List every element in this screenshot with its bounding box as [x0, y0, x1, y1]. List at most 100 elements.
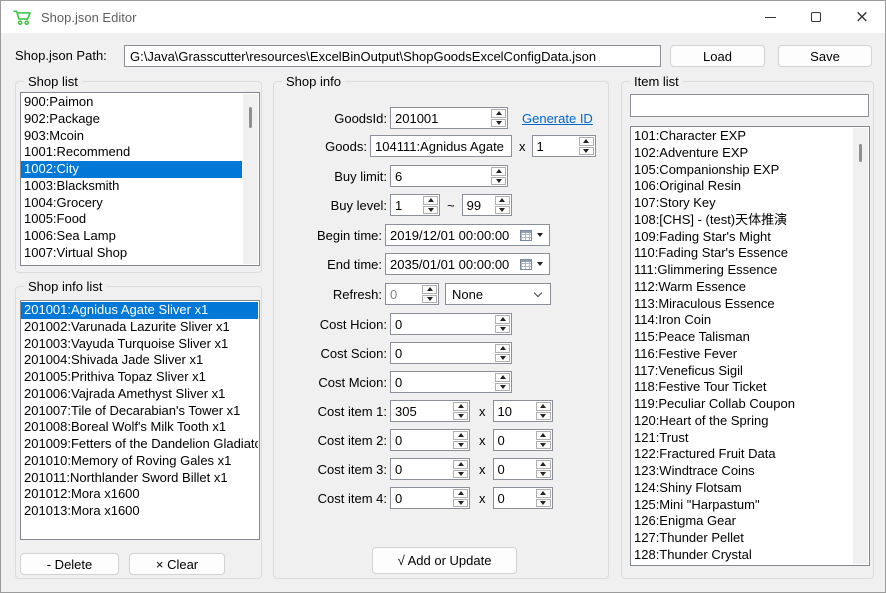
- dropdown-arrow-icon[interactable]: [537, 262, 543, 266]
- list-item[interactable]: 127:Thunder Pellet: [631, 530, 852, 547]
- spinner-down-button[interactable]: [495, 354, 510, 363]
- goodsid-spinner[interactable]: [390, 107, 508, 129]
- list-item[interactable]: 201013:Mora x1600: [21, 503, 258, 520]
- list-item[interactable]: 900:Paimon: [21, 94, 242, 111]
- list-item[interactable]: 126:Enigma Gear: [631, 513, 852, 530]
- list-item[interactable]: 201001:Agnidus Agate Sliver x1: [21, 302, 258, 319]
- list-item[interactable]: 1002:City: [21, 161, 242, 178]
- list-item[interactable]: 201008:Boreal Wolf's Milk Tooth x1: [21, 419, 258, 436]
- list-item[interactable]: 115:Peace Talisman: [631, 329, 852, 346]
- spinner-down-button[interactable]: [453, 412, 468, 421]
- buy-level-min-input[interactable]: [391, 195, 422, 215]
- item-list-scrollbar[interactable]: [853, 128, 868, 564]
- cost-item-count-spinner-input[interactable]: [494, 459, 535, 479]
- list-item[interactable]: 110:Fading Star's Essence: [631, 245, 852, 262]
- spinner-down-button[interactable]: [491, 119, 506, 128]
- cost-item-count-spinner[interactable]: [493, 400, 553, 422]
- cost-item-id-spinner[interactable]: [390, 429, 470, 451]
- maximize-button[interactable]: [793, 1, 839, 33]
- list-item[interactable]: 201004:Shivada Jade Sliver x1: [21, 352, 258, 369]
- cost-hcion-spinner[interactable]: [390, 313, 512, 335]
- save-button[interactable]: Save: [778, 45, 872, 67]
- list-item[interactable]: 119:Peculiar Collab Coupon: [631, 396, 852, 413]
- spinner-down-button[interactable]: [495, 206, 510, 215]
- list-item[interactable]: 128:Thunder Crystal: [631, 547, 852, 564]
- shop-info-listbox[interactable]: 201001:Agnidus Agate Sliver x1201002:Var…: [20, 300, 260, 540]
- generate-id-link[interactable]: Generate ID: [522, 111, 593, 126]
- list-item[interactable]: 121:Trust: [631, 430, 852, 447]
- list-item[interactable]: 101:Character EXP: [631, 128, 852, 145]
- spinner-up-button[interactable]: [453, 489, 468, 498]
- cost-item-count-spinner[interactable]: [493, 429, 553, 451]
- list-item[interactable]: 201010:Memory of Roving Gales x1: [21, 453, 258, 470]
- refresh-type-combobox[interactable]: None: [445, 283, 551, 305]
- goodsid-input[interactable]: [391, 108, 490, 128]
- cost-item-id-spinner-input[interactable]: [391, 488, 452, 508]
- shop-list-scrollbar[interactable]: [243, 94, 258, 264]
- cost-item-id-spinner[interactable]: [390, 400, 470, 422]
- scrollbar-thumb[interactable]: [859, 144, 862, 162]
- cost-mcion-spinner[interactable]: [390, 371, 512, 393]
- scrollbar-thumb[interactable]: [249, 107, 252, 128]
- path-input[interactable]: [124, 45, 661, 67]
- list-item[interactable]: 1004:Grocery: [21, 195, 242, 212]
- cost-item-id-spinner[interactable]: [390, 487, 470, 509]
- buy-level-min-spinner[interactable]: [390, 194, 440, 216]
- cost-item-count-spinner[interactable]: [493, 458, 553, 480]
- spinner-up-button[interactable]: [536, 402, 551, 411]
- begin-time-picker[interactable]: 2019/12/01 00:00:00: [385, 224, 550, 246]
- spinner-up-button[interactable]: [495, 344, 510, 353]
- list-item[interactable]: 114:Iron Coin: [631, 312, 852, 329]
- spinner-down-button[interactable]: [536, 412, 551, 421]
- spinner-down-button[interactable]: [536, 441, 551, 450]
- spinner-up-button[interactable]: [453, 460, 468, 469]
- list-item[interactable]: 201011:Northlander Sword Billet x1: [21, 470, 258, 487]
- list-item[interactable]: 201003:Vayuda Turquoise Sliver x1: [21, 336, 258, 353]
- list-item[interactable]: 111:Glimmering Essence: [631, 262, 852, 279]
- spinner-up-button[interactable]: [491, 109, 506, 118]
- buy-level-max-input[interactable]: [463, 195, 494, 215]
- spinner-down-button[interactable]: [453, 499, 468, 508]
- list-item[interactable]: 125:Mini "Harpastum": [631, 497, 852, 514]
- list-item[interactable]: 120:Heart of the Spring: [631, 413, 852, 430]
- list-item[interactable]: 201006:Vajrada Amethyst Sliver x1: [21, 386, 258, 403]
- spinner-up-button[interactable]: [536, 489, 551, 498]
- item-search-input[interactable]: [630, 94, 869, 117]
- spinner-up-button[interactable]: [495, 315, 510, 324]
- goods-count-input[interactable]: [533, 136, 578, 156]
- spinner-up-button[interactable]: [495, 373, 510, 382]
- delete-button[interactable]: - Delete: [20, 553, 119, 575]
- cost-hcion-input[interactable]: [391, 314, 494, 334]
- list-item[interactable]: 201005:Prithiva Topaz Sliver x1: [21, 369, 258, 386]
- list-item[interactable]: 107:Story Key: [631, 195, 852, 212]
- list-item[interactable]: 113:Miraculous Essence: [631, 296, 852, 313]
- dropdown-arrow-icon[interactable]: [537, 233, 543, 237]
- cost-item-id-spinner-input[interactable]: [391, 401, 452, 421]
- spinner-up-button[interactable]: [536, 460, 551, 469]
- cost-mcion-input[interactable]: [391, 372, 494, 392]
- spinner-down-button[interactable]: [536, 499, 551, 508]
- list-item[interactable]: 1001:Recommend: [21, 144, 242, 161]
- close-button[interactable]: ×: [839, 1, 885, 33]
- list-item[interactable]: 1003:Blacksmith: [21, 178, 242, 195]
- list-item[interactable]: 112:Warm Essence: [631, 279, 852, 296]
- spinner-down-button[interactable]: [453, 441, 468, 450]
- spinner-up-button[interactable]: [423, 196, 438, 205]
- cost-scion-input[interactable]: [391, 343, 494, 363]
- spinner-up-button[interactable]: [453, 431, 468, 440]
- list-item[interactable]: 903:Mcoin: [21, 128, 242, 145]
- spinner-down-button[interactable]: [579, 147, 594, 156]
- list-item[interactable]: 201002:Varunada Lazurite Sliver x1: [21, 319, 258, 336]
- list-item[interactable]: 109:Fading Star's Might: [631, 229, 852, 246]
- spinner-down-button[interactable]: [423, 206, 438, 215]
- buy-limit-input[interactable]: [391, 166, 490, 186]
- list-item[interactable]: 116:Festive Fever: [631, 346, 852, 363]
- spinner-up-button[interactable]: [453, 402, 468, 411]
- spinner-down-button[interactable]: [453, 470, 468, 479]
- list-item[interactable]: 1005:Food: [21, 211, 242, 228]
- spinner-down-button[interactable]: [495, 383, 510, 392]
- spinner-up-button[interactable]: [495, 196, 510, 205]
- load-button[interactable]: Load: [670, 45, 765, 67]
- buy-level-max-spinner[interactable]: [462, 194, 512, 216]
- cost-item-id-spinner-input[interactable]: [391, 459, 452, 479]
